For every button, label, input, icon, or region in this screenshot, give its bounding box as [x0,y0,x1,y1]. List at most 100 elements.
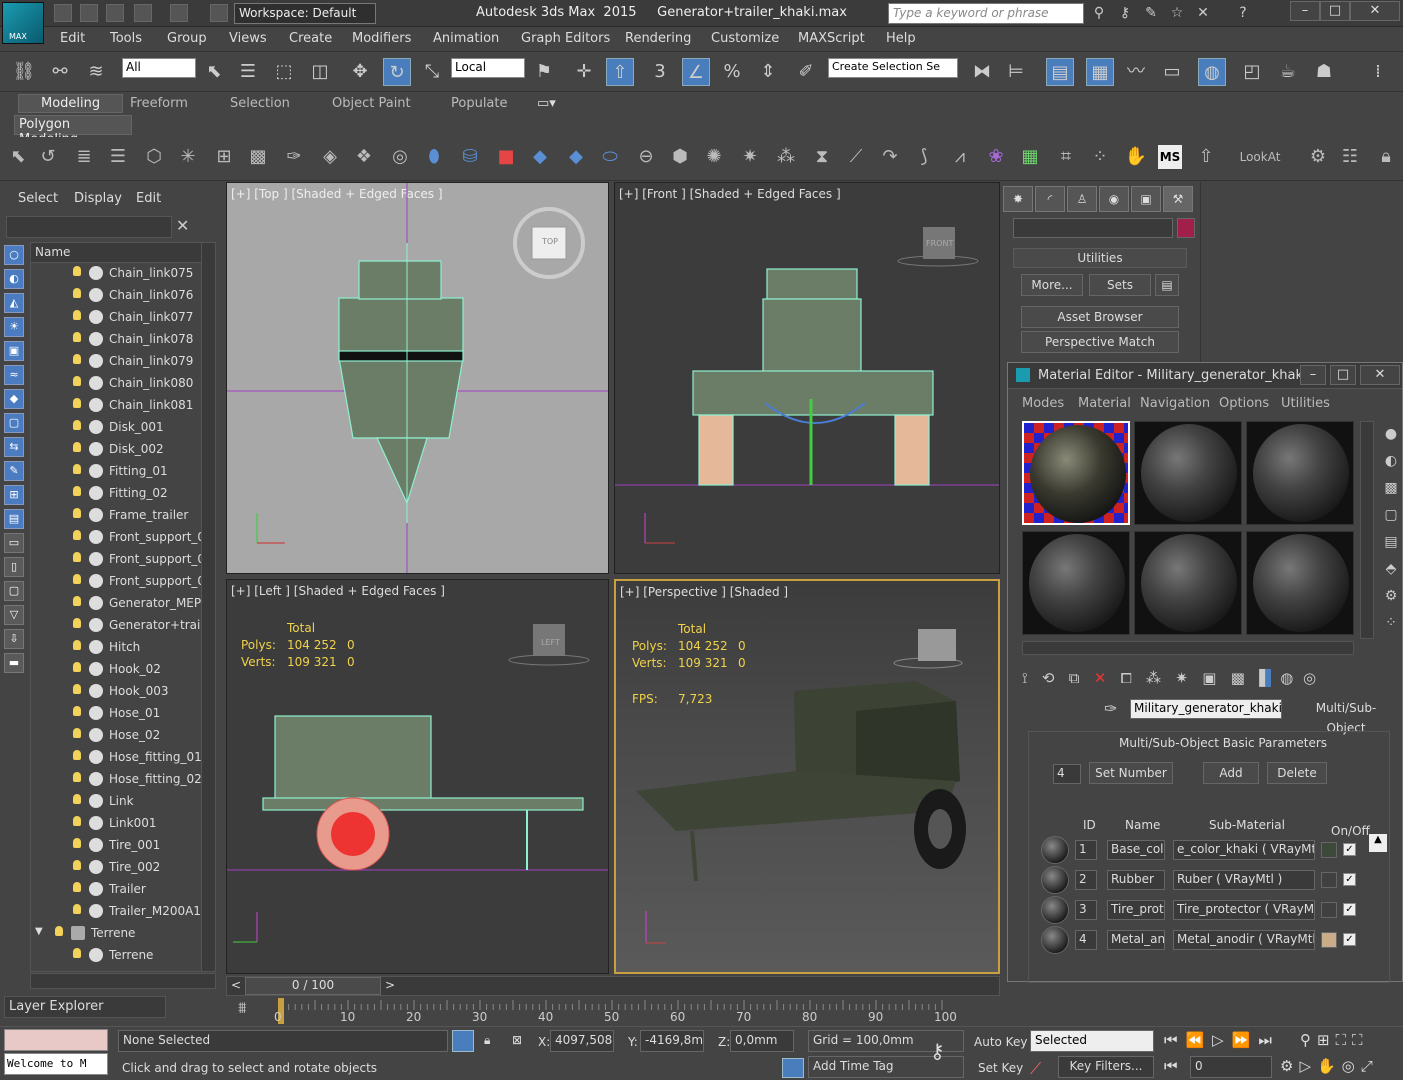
reset-map-icon[interactable]: ✕ [1094,669,1107,687]
selection-filter-dropdown[interactable]: All [122,58,196,78]
material-preview-sphere[interactable] [1041,896,1069,924]
show-end-result-icon[interactable]: ▌ [1259,669,1271,687]
menu-customize[interactable]: Customize [711,31,779,46]
show-shaded-icon[interactable]: ▩ [1231,669,1245,687]
open-icon[interactable] [80,4,98,22]
light-bulb-icon[interactable] [73,750,81,760]
more-button[interactable]: More... [1021,274,1083,296]
material-slot-6[interactable] [1246,531,1354,635]
list-item[interactable]: Trailer_M200A1 [31,901,215,923]
lock-icon[interactable]: 🔒︎ [1374,145,1398,169]
maximize-button[interactable]: □ [1320,1,1350,21]
display-xrefs-icon[interactable]: ⇆ [4,437,24,457]
display-containers-icon[interactable]: ⊞ [4,485,24,505]
sync-selection-icon[interactable]: ⇩ [4,629,24,649]
explorer-scrollbar[interactable] [201,243,215,971]
background-icon[interactable]: ▩ [1380,475,1402,502]
scale-icon[interactable]: ⤡ [418,58,446,86]
minimize-button[interactable]: – [1290,1,1320,21]
absolute-mode-icon[interactable]: ⊠ [512,1033,522,1047]
me-menu-navigation[interactable]: Navigation [1140,396,1210,411]
align-icon[interactable]: ⊨ [1002,58,1030,86]
light-bulb-icon[interactable] [73,640,81,650]
uv-tiling-icon[interactable]: ▢ [1380,502,1402,529]
sub-id-field[interactable]: 1 [1075,840,1097,860]
select-tool-icon[interactable]: ⬉ [6,145,30,169]
sub-onoff-checkbox[interactable]: ✓ [1343,933,1356,946]
light-bulb-icon[interactable] [73,728,81,738]
light-bulb-icon[interactable] [73,706,81,716]
light-bulb-icon[interactable] [73,420,81,430]
list-item[interactable]: Link [31,791,215,813]
key-mode-dropdown[interactable]: Selected [1030,1030,1154,1052]
viewport-perspective[interactable]: [+] [Perspective ] [Shaded ] Total Polys… [614,579,1000,974]
x-coord-field[interactable]: 4097,508m [550,1030,614,1052]
taper-icon[interactable]: ⟆ [912,145,936,169]
isolate-selection-icon[interactable] [452,1030,474,1052]
collapse-icon[interactable]: ▬ [4,653,24,673]
render-setup-icon[interactable]: ◰ [1238,58,1266,86]
me-menu-material[interactable]: Material [1078,396,1131,411]
display-frozen-icon[interactable]: ▤ [4,509,24,529]
list-item[interactable]: Terrene [31,945,215,967]
material-editor-icon[interactable]: ◍ [1198,58,1226,86]
menu-modifiers[interactable]: Modifiers [352,31,411,46]
explorer-search-input[interactable] [6,216,172,238]
sphere-wire-icon[interactable]: ◎ [388,145,412,169]
light-bulb-icon[interactable] [73,574,81,584]
list-item[interactable]: Hose_fitting_02 [31,769,215,791]
light-bulb-icon[interactable] [73,596,81,606]
light-bulb-icon[interactable] [73,552,81,562]
me-minimize-button[interactable]: – [1300,365,1326,385]
keyboard-shortcut-override-icon[interactable]: ⇧ [606,58,634,86]
schematic-view-icon[interactable]: ▭ [1158,58,1186,86]
link-icon[interactable]: ⛓ [10,58,38,86]
list-item[interactable]: Fitting_02 [31,483,215,505]
box-wire-icon[interactable]: ⬡ [142,145,166,169]
list-item[interactable]: Chain_link076 [31,285,215,307]
display-helpers-icon[interactable]: ≈ [4,365,24,385]
symmetry-icon[interactable]: ⧗ [810,145,834,169]
list-item[interactable]: Tire_001 [31,835,215,857]
material-id-channel-icon[interactable]: ▣ [1202,669,1216,687]
exchange-icon[interactable]: ✕ [1194,4,1212,22]
tab-modeling[interactable]: Modeling [18,94,124,113]
viewport-nav-bottom[interactable]: ⚙▷✋◎⤢ [1280,1057,1379,1075]
display-tab-icon[interactable]: ▣ [1131,186,1161,212]
light-bulb-icon[interactable] [73,904,81,914]
go-to-parent-icon[interactable]: ◍ [1280,669,1293,687]
utilities-rollout-header[interactable]: Utilities [1013,248,1187,268]
light-bulb-icon[interactable] [73,398,81,408]
light-bulb-icon[interactable] [73,860,81,870]
me-menu-options[interactable]: Options [1219,396,1269,411]
hand-icon[interactable]: ✋ [1124,145,1148,169]
redo-icon[interactable] [170,4,188,22]
list-item[interactable]: Chain_link078 [31,329,215,351]
set-key-button[interactable]: Set Key [978,1061,1023,1075]
configure-sets-icon[interactable]: ▤ [1155,274,1179,296]
light-bulb-icon[interactable] [73,662,81,672]
list-item[interactable]: ▼ Terrene [31,923,215,945]
y-coord-field[interactable]: -4169,8mm [640,1030,704,1052]
list-item[interactable]: Trailer [31,879,215,901]
make-preview-icon[interactable]: ⬘ [1380,556,1402,583]
copy-material-icon[interactable]: ⧠ [1121,669,1132,687]
light-bulb-icon[interactable] [73,530,81,540]
viewport-left[interactable]: [+] [Left ] [Shaded + Edged Faces ] Tota… [226,579,609,974]
material-slot-4[interactable] [1022,531,1130,635]
maxscript-icon[interactable]: MS [1158,145,1182,169]
key-mode-toggle-icon[interactable]: ⏮ [1164,1057,1178,1075]
menu-views[interactable]: Views [229,31,267,46]
layer-explorer-dropdown[interactable]: Layer Explorer [4,996,166,1018]
viewport-top[interactable]: [+] [Top ] [Shaded + Edged Faces ] TOP [226,182,609,574]
sub-material-button[interactable]: Tire_protector ( VRayMtl ) [1173,900,1315,920]
current-frame-field[interactable]: 0 [1190,1056,1272,1078]
menu-tools[interactable]: Tools [110,31,142,46]
material-name-field[interactable]: Military_generator_khaki [1130,699,1282,719]
viewcube-front[interactable]: FRONT [926,239,953,248]
toolbar-options-icon[interactable]: ⁞ [1364,58,1392,86]
light-bulb-icon[interactable] [73,266,81,276]
menu-animation[interactable]: Animation [433,31,499,46]
list-item[interactable]: Chain_link081 [31,395,215,417]
lattice-icon[interactable]: ❖ [352,145,376,169]
